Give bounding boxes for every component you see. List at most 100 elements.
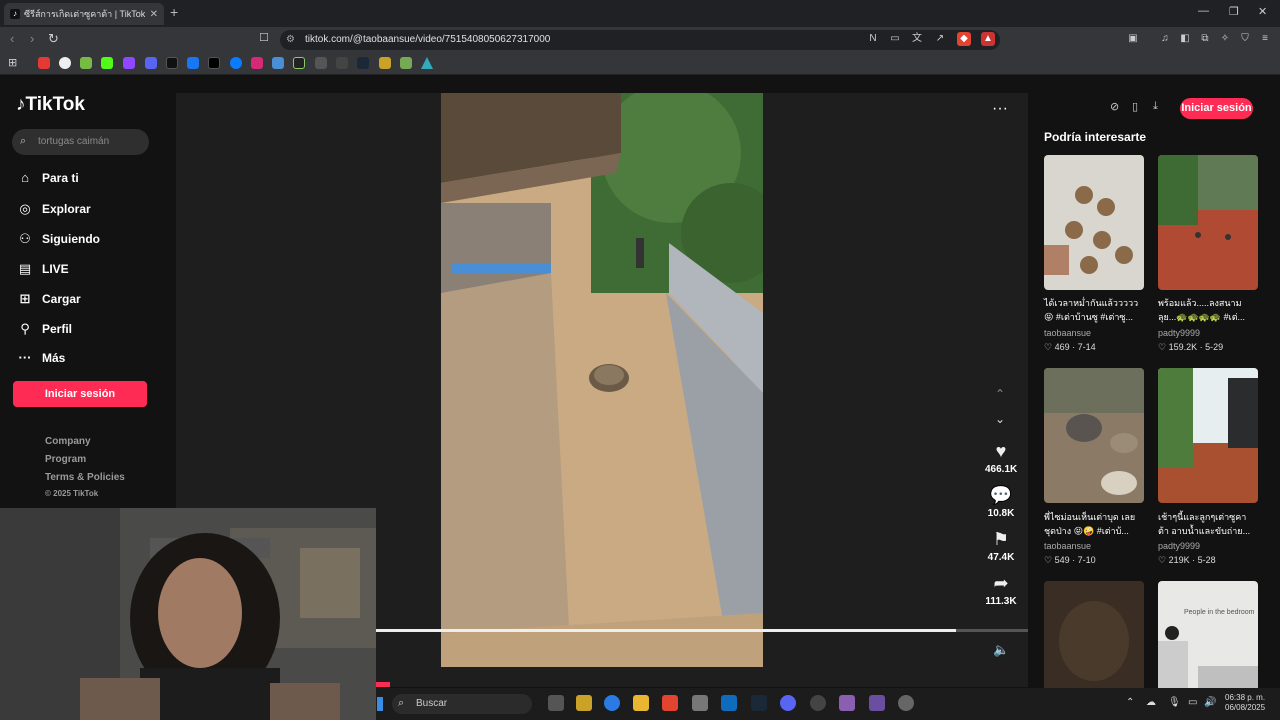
file-explorer-icon[interactable]	[633, 695, 649, 711]
comment-button[interactable]: 💬 10.8K	[985, 485, 1017, 519]
brave-taskbar-icon[interactable]	[662, 695, 678, 711]
kick-bookmark-icon[interactable]	[101, 57, 113, 69]
leo-ai-icon[interactable]: ✧	[1218, 32, 1232, 46]
item-author[interactable]: padty9999	[1158, 328, 1262, 338]
youtube-bookmark-icon[interactable]	[38, 57, 50, 69]
twitch-bookmark-icon[interactable]	[123, 57, 135, 69]
new-tab-icon[interactable]: +	[170, 4, 178, 20]
brave-shield-icon[interactable]: ◆	[957, 32, 971, 46]
network-icon[interactable]: ▭	[1188, 697, 1197, 708]
maximize-icon[interactable]: ❐	[1229, 5, 1239, 18]
tray-app-icon[interactable]: ☁	[1146, 697, 1156, 708]
share-icon[interactable]: ↗	[933, 32, 947, 46]
settings-icon[interactable]	[898, 695, 914, 711]
discord-bookmark-icon[interactable]	[145, 57, 157, 69]
item-caption[interactable]: ได้เวลาหม่ำกันแล้ววววว 😝 #เต่าบ้านซู #เต่…	[1044, 296, 1148, 324]
video-progress-bar[interactable]	[376, 629, 1028, 632]
nav-item-para-ti[interactable]: ⌂ Para ti	[16, 170, 79, 185]
like-button[interactable]: ♥ 466.1K	[985, 441, 1017, 475]
microphone-icon[interactable]: 🎙	[1168, 697, 1181, 708]
footer-company[interactable]: Company	[45, 436, 91, 447]
close-window-icon[interactable]: ✕	[1258, 5, 1267, 18]
volume-icon[interactable]: 🔈	[993, 642, 1009, 658]
recommended-thumbnail[interactable]	[1044, 155, 1144, 290]
task-view-icon[interactable]	[548, 695, 564, 711]
nav-item-cargar[interactable]: ⊞ Cargar	[16, 291, 81, 307]
speed-icon[interactable]: ⊘	[1110, 100, 1119, 113]
translate-icon[interactable]: 文	[910, 32, 924, 46]
steam-bookmark-icon[interactable]	[357, 57, 369, 69]
search-input[interactable]: ⌕ tortugas caimán	[12, 129, 149, 155]
recommended-thumbnail[interactable]	[1044, 368, 1144, 503]
bookmark-icon-5[interactable]	[379, 57, 391, 69]
nav-item-explorar[interactable]: ◎ Explorar	[16, 201, 90, 217]
extensions-icon[interactable]: ⧉	[1198, 32, 1212, 46]
brave-rewards-icon[interactable]: ▲	[981, 32, 995, 46]
tiktok-bookmark-icon[interactable]	[166, 57, 178, 69]
item-author[interactable]: padty9999	[1158, 541, 1262, 551]
menu-icon[interactable]: ≡	[1258, 32, 1272, 46]
back-icon[interactable]: ‹	[10, 31, 14, 46]
tv-bookmark-icon[interactable]	[293, 57, 305, 69]
header-login-button[interactable]: Iniciar sesión	[1180, 98, 1253, 119]
app-icon[interactable]	[576, 695, 592, 711]
share-button[interactable]: ➦ 111.3K	[985, 573, 1017, 607]
recommended-thumbnail[interactable]	[1044, 581, 1144, 688]
save-button[interactable]: ⚑ 47.4K	[985, 529, 1017, 563]
previous-video-icon[interactable]: ⌃	[995, 387, 1005, 401]
recommended-thumbnail[interactable]	[1158, 155, 1258, 290]
login-button[interactable]: Iniciar sesión	[13, 381, 147, 407]
reload-icon[interactable]: ↻	[48, 31, 59, 47]
site-info-icon[interactable]: ⚙	[286, 34, 295, 45]
cast-icon[interactable]: ▭	[888, 32, 902, 46]
copilot-icon[interactable]	[604, 695, 620, 711]
minimize-icon[interactable]: —	[1198, 5, 1209, 17]
download-icon[interactable]: ⤓	[1153, 100, 1158, 113]
discord-taskbar-icon[interactable]	[780, 695, 796, 711]
obs-icon[interactable]	[810, 695, 826, 711]
recommended-thumbnail[interactable]: People in the bedroom	[1158, 581, 1258, 688]
apps-grid-icon[interactable]: ⊞	[8, 56, 17, 69]
item-author[interactable]: taobaansue	[1044, 328, 1148, 338]
tiktok-logo[interactable]: ♪TikTok	[16, 94, 85, 116]
taskbar-search[interactable]: ⌕ Buscar	[392, 694, 532, 714]
video-frame[interactable]	[441, 93, 763, 667]
more-options-icon[interactable]: ···	[992, 100, 1008, 118]
app-icon-2[interactable]	[839, 695, 855, 711]
x-bookmark-icon[interactable]	[208, 57, 220, 69]
taskbar-clock[interactable]: 06:38 p. m. 06/08/2025	[1225, 693, 1265, 713]
app-icon-3[interactable]	[869, 695, 885, 711]
vpn-icon[interactable]: ⛉	[1238, 32, 1252, 46]
media-icon[interactable]: ♫	[1158, 32, 1172, 46]
next-video-icon[interactable]: ⌄	[995, 412, 1005, 426]
facebook-bookmark-icon[interactable]	[187, 57, 199, 69]
speaker-icon[interactable]: 🔊	[1204, 697, 1216, 708]
outlook-icon[interactable]	[721, 695, 737, 711]
forward-icon[interactable]: ›	[30, 31, 34, 46]
tray-chevron-icon[interactable]: ⌃	[1126, 697, 1134, 708]
nav-item-perfil[interactable]: ⚲ Perfil	[16, 321, 72, 337]
footer-program[interactable]: Program	[45, 454, 86, 465]
recommended-thumbnail[interactable]	[1158, 368, 1258, 503]
bookmark-icon-3[interactable]	[315, 57, 327, 69]
start-icon[interactable]	[377, 697, 383, 711]
bookmark-icon-4[interactable]	[336, 57, 348, 69]
bookmark-icon-6[interactable]	[400, 57, 412, 69]
gmail-bookmark-icon[interactable]	[80, 57, 92, 69]
nav-item-siguiendo[interactable]: ⚇ Siguiendo	[16, 231, 100, 247]
reader-icon[interactable]: N	[866, 32, 880, 46]
item-caption[interactable]: พี่ไซม่อนเห็นเต่าบุด เลย ชุดป่าง 😝🤪 #เต่า…	[1044, 510, 1148, 538]
steam-taskbar-icon[interactable]	[751, 695, 767, 711]
bookmark-icon-2[interactable]	[272, 57, 284, 69]
instagram-bookmark-icon[interactable]	[251, 57, 263, 69]
item-author[interactable]: taobaansue	[1044, 541, 1148, 551]
item-caption[interactable]: พร้อมแล้ว.....ลงสนาม ลุย...🐢🐢🐢🐢 #เต่...	[1158, 296, 1262, 324]
messenger-bookmark-icon[interactable]	[230, 57, 242, 69]
footer-terms[interactable]: Terms & Policies	[45, 472, 125, 483]
google-bookmark-icon[interactable]	[59, 57, 71, 69]
nav-item-mas[interactable]: ··· Más	[16, 350, 66, 365]
wallet-icon[interactable]: ▣	[1126, 32, 1140, 46]
nav-item-live[interactable]: ▤ LIVE	[16, 261, 69, 277]
item-caption[interactable]: เช้าๆนี้และลูกๆเต่าซูคา ต้า อาบน้ำและขับถ…	[1158, 510, 1262, 538]
browser-tab[interactable]: ♪ ซีรีส์การเกิดเต่าซูคาต้า | TikTok ✕	[4, 3, 164, 25]
